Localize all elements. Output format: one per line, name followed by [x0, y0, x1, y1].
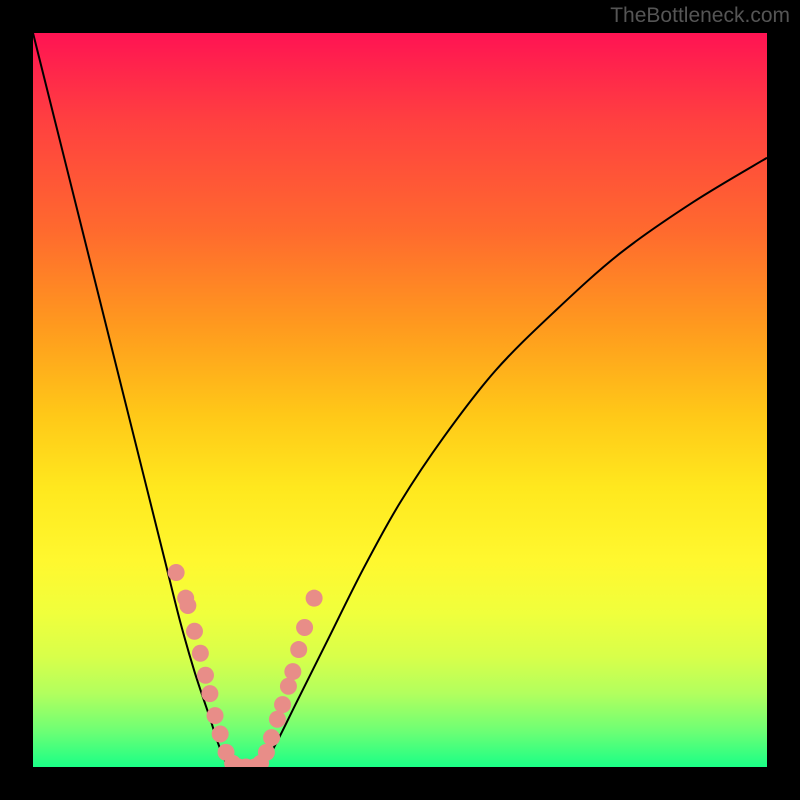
data-point [296, 619, 313, 636]
data-point [186, 623, 203, 640]
data-point [284, 663, 301, 680]
data-point [201, 685, 218, 702]
data-point [269, 711, 286, 728]
chart-svg [33, 33, 767, 767]
plot-area [33, 33, 767, 767]
data-point [168, 564, 185, 581]
data-point [263, 729, 280, 746]
points-group [168, 564, 323, 767]
data-point [207, 707, 224, 724]
chart-container: TheBottleneck.com [0, 0, 800, 800]
data-point [274, 696, 291, 713]
data-point [306, 590, 323, 607]
data-point [290, 641, 307, 658]
data-point [280, 678, 297, 695]
data-point [212, 725, 229, 742]
data-point [192, 645, 209, 662]
series-group [33, 33, 767, 767]
data-point [179, 597, 196, 614]
bottleneck-curve [33, 33, 767, 767]
data-point [197, 667, 214, 684]
data-point [258, 744, 275, 761]
watermark-text: TheBottleneck.com [610, 4, 790, 28]
